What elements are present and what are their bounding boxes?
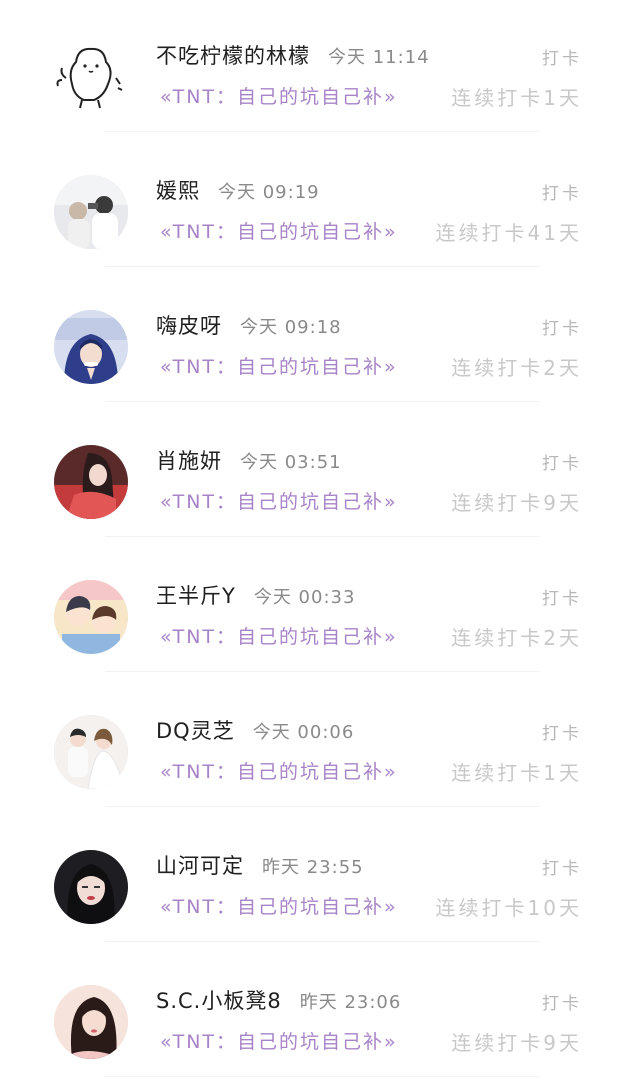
user-photo-avatar bbox=[54, 715, 128, 789]
user-name[interactable]: S.C.小板凳8 bbox=[156, 989, 282, 1013]
checkin-feed: 不吃柠檬的林檬 今天 11:14 打卡 «TNT：自己的坑自己补» 连续打卡1天 … bbox=[0, 0, 640, 1091]
topic-link[interactable]: «TNT：自己的坑自己补» bbox=[160, 354, 398, 380]
user-photo-avatar bbox=[54, 310, 128, 384]
user-name-line: 不吃柠檬的林檬 今天 11:14 bbox=[156, 42, 430, 72]
user-name[interactable]: DQ灵芝 bbox=[156, 719, 235, 743]
streak-label: 连续打卡2天 bbox=[451, 356, 582, 380]
checkin-time: 今天 03:51 bbox=[240, 452, 342, 473]
topic-link[interactable]: «TNT：自己的坑自己补» bbox=[160, 759, 398, 785]
checkin-time: 今天 00:33 bbox=[253, 587, 356, 608]
doodle-bear-icon bbox=[56, 47, 123, 109]
user-name[interactable]: 肖施妍 bbox=[156, 449, 222, 473]
user-name-line: 媛熙 今天 09:19 bbox=[156, 177, 320, 207]
avatar[interactable] bbox=[54, 445, 128, 519]
checkin-time: 今天 09:18 bbox=[240, 317, 342, 338]
user-name-line: 山河可定 昨天 23:55 bbox=[156, 852, 364, 882]
user-photo-avatar bbox=[54, 580, 128, 654]
checkin-row[interactable]: S.C.小板凳8 昨天 23:06 打卡 «TNT：自己的坑自己补» 连续打卡9天 bbox=[0, 945, 640, 1080]
user-name-line: 肖施妍 今天 03:51 bbox=[156, 447, 342, 477]
avatar[interactable] bbox=[54, 310, 128, 384]
streak-label: 连续打卡1天 bbox=[451, 86, 582, 110]
checkin-row[interactable]: 媛熙 今天 09:19 打卡 «TNT：自己的坑自己补» 连续打卡41天 bbox=[0, 135, 640, 270]
streak-label: 连续打卡10天 bbox=[435, 896, 582, 920]
user-name-line: 王半斤Y 今天 00:33 bbox=[156, 582, 355, 612]
checkin-button[interactable]: 打卡 bbox=[542, 989, 582, 1014]
checkin-row[interactable]: DQ灵芝 今天 00:06 打卡 «TNT：自己的坑自己补» 连续打卡1天 bbox=[0, 675, 640, 810]
topic-link[interactable]: «TNT：自己的坑自己补» bbox=[160, 624, 398, 650]
checkin-button[interactable]: 打卡 bbox=[542, 44, 582, 69]
user-photo-avatar bbox=[54, 175, 128, 249]
avatar[interactable] bbox=[54, 850, 128, 924]
streak-label: 连续打卡1天 bbox=[451, 761, 582, 785]
user-name[interactable]: 王半斤Y bbox=[156, 584, 236, 608]
checkin-row[interactable]: 王半斤Y 今天 00:33 打卡 «TNT：自己的坑自己补» 连续打卡2天 bbox=[0, 540, 640, 675]
topic-link[interactable]: «TNT：自己的坑自己补» bbox=[160, 894, 398, 920]
avatar[interactable] bbox=[54, 175, 128, 249]
checkin-button[interactable]: 打卡 bbox=[542, 719, 582, 744]
streak-label: 连续打卡9天 bbox=[451, 1031, 582, 1055]
streak-label: 连续打卡41天 bbox=[435, 221, 582, 245]
topic-link[interactable]: «TNT：自己的坑自己补» bbox=[160, 489, 398, 515]
user-photo-avatar bbox=[54, 985, 128, 1059]
checkin-time: 今天 11:14 bbox=[328, 47, 430, 68]
checkin-button[interactable]: 打卡 bbox=[542, 854, 582, 879]
user-photo-avatar bbox=[54, 445, 128, 519]
topic-link[interactable]: «TNT：自己的坑自己补» bbox=[160, 84, 398, 110]
avatar[interactable] bbox=[54, 715, 128, 789]
streak-label: 连续打卡2天 bbox=[451, 626, 582, 650]
avatar[interactable] bbox=[54, 985, 128, 1059]
user-name[interactable]: 山河可定 bbox=[156, 854, 244, 878]
avatar[interactable] bbox=[54, 40, 128, 114]
checkin-button[interactable]: 打卡 bbox=[542, 449, 582, 474]
user-name-line: 嗨皮呀 今天 09:18 bbox=[156, 312, 342, 342]
avatar[interactable] bbox=[54, 580, 128, 654]
checkin-time: 今天 09:19 bbox=[218, 182, 320, 203]
checkin-row[interactable]: 山河可定 昨天 23:55 打卡 «TNT：自己的坑自己补» 连续打卡10天 bbox=[0, 810, 640, 945]
checkin-button[interactable]: 打卡 bbox=[542, 314, 582, 339]
user-name[interactable]: 不吃柠檬的林檬 bbox=[156, 44, 310, 68]
checkin-button[interactable]: 打卡 bbox=[542, 584, 582, 609]
streak-label: 连续打卡9天 bbox=[451, 491, 582, 515]
user-photo-avatar bbox=[54, 850, 128, 924]
checkin-time: 今天 00:06 bbox=[252, 722, 355, 743]
user-name[interactable]: 媛熙 bbox=[156, 179, 200, 203]
checkin-row[interactable]: 嗨皮呀 今天 09:18 打卡 «TNT：自己的坑自己补» 连续打卡2天 bbox=[0, 270, 640, 405]
checkin-time: 昨天 23:55 bbox=[262, 857, 364, 878]
checkin-time: 昨天 23:06 bbox=[299, 992, 402, 1013]
topic-link[interactable]: «TNT：自己的坑自己补» bbox=[160, 219, 398, 245]
user-name[interactable]: 嗨皮呀 bbox=[156, 314, 222, 338]
user-name-line: DQ灵芝 今天 00:06 bbox=[156, 717, 354, 747]
checkin-row[interactable]: 不吃柠檬的林檬 今天 11:14 打卡 «TNT：自己的坑自己补» 连续打卡1天 bbox=[0, 0, 640, 135]
topic-link[interactable]: «TNT：自己的坑自己补» bbox=[160, 1029, 398, 1055]
user-name-line: S.C.小板凳8 昨天 23:06 bbox=[156, 987, 401, 1017]
checkin-row[interactable]: 肖施妍 今天 03:51 打卡 «TNT：自己的坑自己补» 连续打卡9天 bbox=[0, 405, 640, 540]
checkin-button[interactable]: 打卡 bbox=[542, 179, 582, 204]
